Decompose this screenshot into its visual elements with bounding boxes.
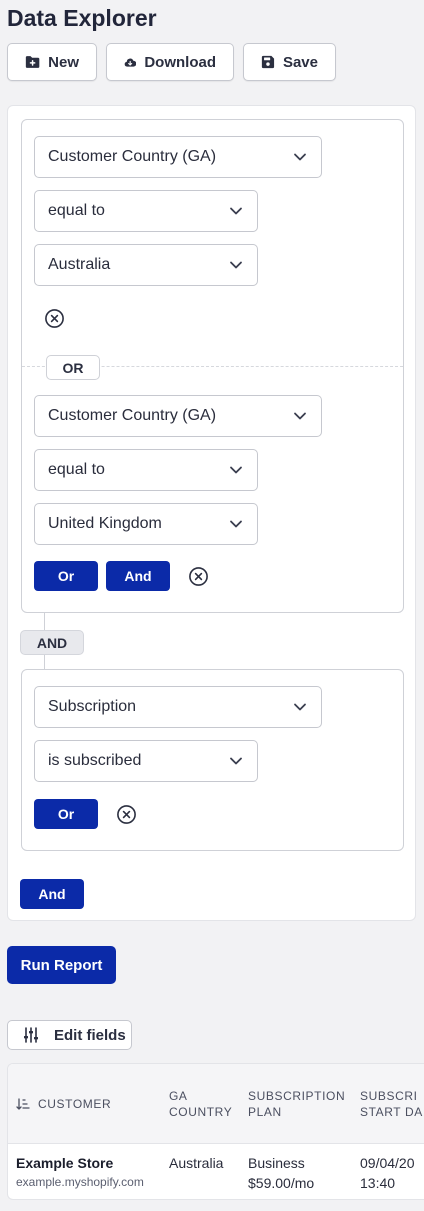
cloud-download-icon xyxy=(124,58,137,67)
save-button-label: Save xyxy=(282,53,318,71)
group-1-actions: Or And xyxy=(34,561,209,591)
operator-select[interactable]: equal to xyxy=(34,190,258,232)
chevron-down-icon xyxy=(230,757,242,765)
toolbar: New Download Save xyxy=(7,43,336,81)
filter-panel: Customer Country (GA) equal to Australia… xyxy=(7,105,416,921)
save-button[interactable]: Save xyxy=(243,43,336,81)
column-header-label: Country xyxy=(169,1105,233,1119)
operator-select-value: equal to xyxy=(48,202,105,219)
chevron-down-icon xyxy=(230,466,242,474)
plan-name: Business xyxy=(248,1155,305,1171)
remove-circle-icon[interactable] xyxy=(188,566,209,587)
add-and-group-button[interactable]: And xyxy=(20,879,84,909)
filter-group-1: Customer Country (GA) equal to Australia… xyxy=(21,119,404,613)
cell-start-date: 09/04/20 13:40 xyxy=(360,1153,415,1193)
operator-select-value: equal to xyxy=(48,461,105,478)
field-select[interactable]: Customer Country (GA) xyxy=(34,395,322,437)
new-button[interactable]: New xyxy=(7,43,97,81)
add-or-button[interactable]: Or xyxy=(34,561,98,591)
results-table: Customer GA Country Subscription Plan Su… xyxy=(7,1063,424,1200)
chevron-down-icon xyxy=(230,520,242,528)
column-header-label: GA xyxy=(169,1089,188,1103)
file-plus-icon xyxy=(25,56,40,68)
group-connector xyxy=(44,655,45,669)
column-header-label: Start Da xyxy=(360,1105,423,1119)
remove-circle-icon[interactable] xyxy=(44,308,65,329)
column-header-label: Plan xyxy=(248,1105,282,1119)
field-select[interactable]: Subscription xyxy=(34,686,322,728)
field-select-value: Customer Country (GA) xyxy=(48,407,217,424)
run-report-button[interactable]: Run Report xyxy=(7,946,116,984)
sliders-icon xyxy=(24,1027,38,1043)
value-select-value: United Kingdom xyxy=(48,515,162,532)
value-select-value: Australia xyxy=(48,256,111,273)
edit-fields-button[interactable]: Edit fields xyxy=(7,1020,132,1050)
chevron-down-icon xyxy=(294,412,306,420)
value-select[interactable]: United Kingdom xyxy=(34,503,258,545)
add-and-button[interactable]: And xyxy=(106,561,170,591)
download-button[interactable]: Download xyxy=(106,43,234,81)
add-or-button[interactable]: Or xyxy=(34,799,98,829)
column-header-start-date[interactable]: Subscri Start Da xyxy=(360,1088,423,1120)
column-header-label: Subscri xyxy=(360,1089,418,1103)
group-2-actions: Or xyxy=(34,799,137,829)
start-date: 09/04/20 xyxy=(360,1155,415,1171)
remove-circle-icon[interactable] xyxy=(116,804,137,825)
field-select-value: Customer Country (GA) xyxy=(48,148,217,165)
plan-price: $59.00/mo xyxy=(248,1175,315,1191)
filter-group-2: Subscription is subscribed Or xyxy=(21,669,404,851)
chevron-down-icon xyxy=(230,261,242,269)
column-header-customer[interactable]: Customer xyxy=(16,1096,111,1112)
download-button-label: Download xyxy=(144,53,216,71)
save-icon xyxy=(261,55,275,69)
customer-domain: example.myshopify.com xyxy=(16,1175,144,1189)
chevron-down-icon xyxy=(294,703,306,711)
sort-icon xyxy=(16,1098,30,1110)
column-header-plan[interactable]: Subscription Plan xyxy=(248,1088,345,1120)
operator-select[interactable]: equal to xyxy=(34,449,258,491)
chevron-down-icon xyxy=(294,153,306,161)
chevron-down-icon xyxy=(230,207,242,215)
operator-select[interactable]: is subscribed xyxy=(34,740,258,782)
operator-select-value: is subscribed xyxy=(48,752,142,769)
cell-plan: Business $59.00/mo xyxy=(248,1153,314,1193)
page-title: Data Explorer xyxy=(7,5,157,31)
field-select[interactable]: Customer Country (GA) xyxy=(34,136,322,178)
field-select-value: Subscription xyxy=(48,698,137,715)
and-label: AND xyxy=(20,630,84,655)
cell-country: Australia xyxy=(169,1155,224,1171)
value-select[interactable]: Australia xyxy=(34,244,258,286)
column-header-label: Customer xyxy=(38,1097,112,1111)
new-button-label: New xyxy=(48,53,79,71)
edit-fields-label: Edit fields xyxy=(54,1026,126,1044)
start-time: 13:40 xyxy=(360,1175,396,1191)
table-header: Customer GA Country Subscription Plan Su… xyxy=(8,1064,424,1144)
column-header-label: Subscription xyxy=(248,1089,346,1103)
group-connector xyxy=(44,613,45,630)
column-header-country[interactable]: GA Country xyxy=(169,1088,232,1120)
or-label: OR xyxy=(46,355,100,380)
customer-name[interactable]: Example Store xyxy=(16,1153,113,1173)
